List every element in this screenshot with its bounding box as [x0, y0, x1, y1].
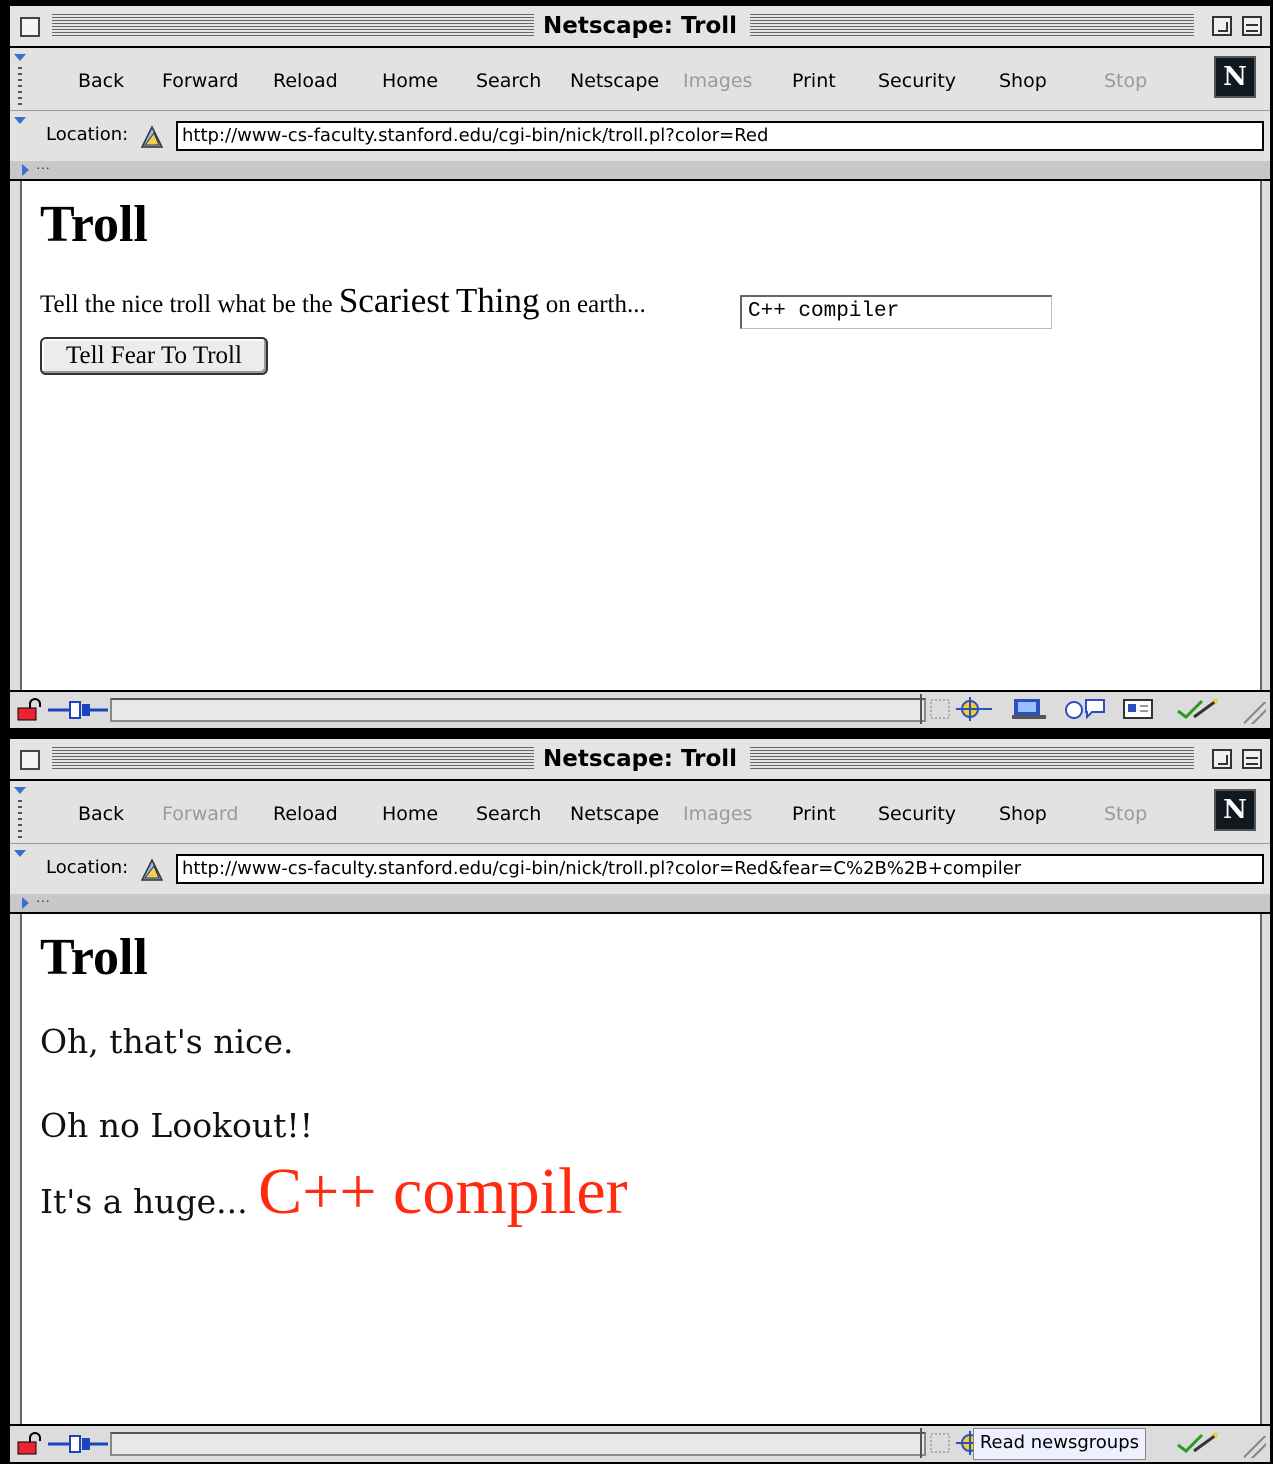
composer-icon[interactable]: [1172, 697, 1222, 721]
status-message: [110, 1432, 926, 1456]
status-message: [110, 698, 926, 722]
expand-triangle-icon[interactable]: [22, 164, 29, 176]
toolbar-grip[interactable]: [12, 848, 28, 890]
collapse-triangle-icon[interactable]: [14, 850, 26, 857]
shop-button[interactable]: Shop: [999, 803, 1047, 825]
netscape-button[interactable]: Netscape: [570, 803, 659, 825]
images-button[interactable]: Images: [683, 803, 752, 825]
huge-prefix: It's a huge...: [40, 1182, 259, 1221]
url-field[interactable]: http://www-cs-faculty.stanford.edu/cgi-b…: [176, 121, 1264, 151]
security-button[interactable]: Security: [878, 70, 956, 92]
page-content: Troll Tell the nice troll what be the Sc…: [20, 181, 1262, 691]
collapse-triangle-icon[interactable]: [14, 117, 26, 124]
navigation-toolbar: Back Forward Reload Home Search Netscape…: [10, 781, 1270, 844]
security-lock-icon[interactable]: [16, 1432, 46, 1456]
prompt-text: on earth...: [539, 291, 646, 318]
collapse-box[interactable]: [1242, 16, 1262, 36]
troll-reply-lookout: Oh no Lookout!!: [40, 1106, 313, 1145]
search-button[interactable]: Search: [476, 803, 541, 825]
window-title: Netscape: Troll: [536, 746, 744, 772]
status-bar: Read newsgroups: [10, 1424, 1270, 1462]
fear-input[interactable]: C++ compiler: [740, 295, 1052, 329]
toolbar-grip[interactable]: [12, 785, 28, 840]
location-toolbar: Location: http://www-cs-faculty.stanford…: [10, 844, 1270, 894]
back-button[interactable]: Back: [78, 70, 124, 92]
netscape-logo-icon[interactable]: N: [1214, 789, 1256, 831]
prompt-emphasis: Scariest: [338, 281, 450, 320]
personal-toolbar-collapsed[interactable]: ···: [10, 159, 1270, 181]
stop-button[interactable]: Stop: [1104, 70, 1147, 92]
troll-reply-nice: Oh, that's nice.: [40, 1022, 294, 1061]
personal-toolbar-collapsed[interactable]: ···: [10, 892, 1270, 914]
troll-reply-huge: It's a huge... C++ compiler: [40, 1154, 628, 1230]
page-heading: Troll: [40, 196, 148, 253]
netscape-logo-icon[interactable]: N: [1214, 56, 1256, 98]
print-button[interactable]: Print: [792, 803, 836, 825]
browser-window-1: Netscape: Troll Back Forward Reload Home…: [8, 4, 1272, 730]
newsgroups-tooltip: Read newsgroups: [972, 1428, 1146, 1460]
page-heading: Troll: [40, 929, 148, 986]
collapse-triangle-icon[interactable]: [14, 787, 26, 794]
newsgroups-icon[interactable]: [1060, 697, 1110, 721]
navigator-icon[interactable]: [928, 697, 952, 721]
expand-triangle-icon[interactable]: [22, 897, 29, 909]
url-field[interactable]: http://www-cs-faculty.stanford.edu/cgi-b…: [176, 854, 1264, 884]
toolbar-grip[interactable]: [12, 115, 28, 157]
window-title: Netscape: Troll: [536, 13, 744, 39]
page-content: Troll Oh, that's nice. Oh no Lookout!! I…: [20, 914, 1262, 1425]
navigator-icon[interactable]: [928, 1431, 952, 1455]
search-button[interactable]: Search: [476, 70, 541, 92]
tell-fear-button[interactable]: Tell Fear To Troll: [40, 337, 268, 375]
component-bar: Read newsgroups: [920, 1428, 1232, 1460]
toolbar-grip[interactable]: [12, 52, 28, 107]
ship-wheel-icon[interactable]: [954, 697, 994, 721]
collapse-triangle-icon[interactable]: [14, 54, 26, 61]
location-label: Location:: [46, 124, 129, 145]
collapse-box[interactable]: [1242, 749, 1262, 769]
navigation-toolbar: Back Forward Reload Home Search Netscape…: [10, 48, 1270, 111]
online-plug-icon[interactable]: [48, 698, 110, 722]
title-bar[interactable]: Netscape: Troll: [10, 6, 1270, 48]
resize-grip-icon[interactable]: [1244, 702, 1266, 724]
fear-prompt: Tell the nice troll what be the Scariest…: [40, 281, 646, 321]
home-button[interactable]: Home: [382, 803, 438, 825]
address-book-icon[interactable]: [1120, 697, 1160, 721]
prompt-text: Tell the nice troll what be the: [40, 291, 339, 318]
online-plug-icon[interactable]: [48, 1432, 110, 1456]
component-bar: [920, 694, 1232, 724]
mail-icon[interactable]: [1010, 697, 1050, 721]
browser-window-2: Netscape: Troll Back Forward Reload Home…: [8, 737, 1272, 1464]
page-proxy-icon[interactable]: [138, 856, 166, 884]
stop-button[interactable]: Stop: [1104, 803, 1147, 825]
print-button[interactable]: Print: [792, 70, 836, 92]
reload-button[interactable]: Reload: [273, 803, 338, 825]
zoom-box[interactable]: [1212, 16, 1232, 36]
back-button[interactable]: Back: [78, 803, 124, 825]
netscape-button[interactable]: Netscape: [570, 70, 659, 92]
images-button[interactable]: Images: [683, 70, 752, 92]
composer-icon[interactable]: [1172, 1431, 1222, 1455]
security-lock-icon[interactable]: [16, 698, 46, 722]
zoom-box[interactable]: [1212, 749, 1232, 769]
shop-button[interactable]: Shop: [999, 70, 1047, 92]
forward-button[interactable]: Forward: [162, 803, 238, 825]
location-label: Location:: [46, 857, 129, 878]
resize-grip-icon[interactable]: [1244, 1436, 1266, 1458]
page-proxy-icon[interactable]: [138, 123, 166, 151]
forward-button[interactable]: Forward: [162, 70, 238, 92]
home-button[interactable]: Home: [382, 70, 438, 92]
monster-name: C++ compiler: [258, 1155, 628, 1228]
location-toolbar: Location: http://www-cs-faculty.stanford…: [10, 111, 1270, 161]
security-button[interactable]: Security: [878, 803, 956, 825]
reload-button[interactable]: Reload: [273, 70, 338, 92]
prompt-emphasis: Thing: [455, 281, 540, 320]
status-bar: [10, 690, 1270, 728]
title-bar[interactable]: Netscape: Troll: [10, 739, 1270, 781]
